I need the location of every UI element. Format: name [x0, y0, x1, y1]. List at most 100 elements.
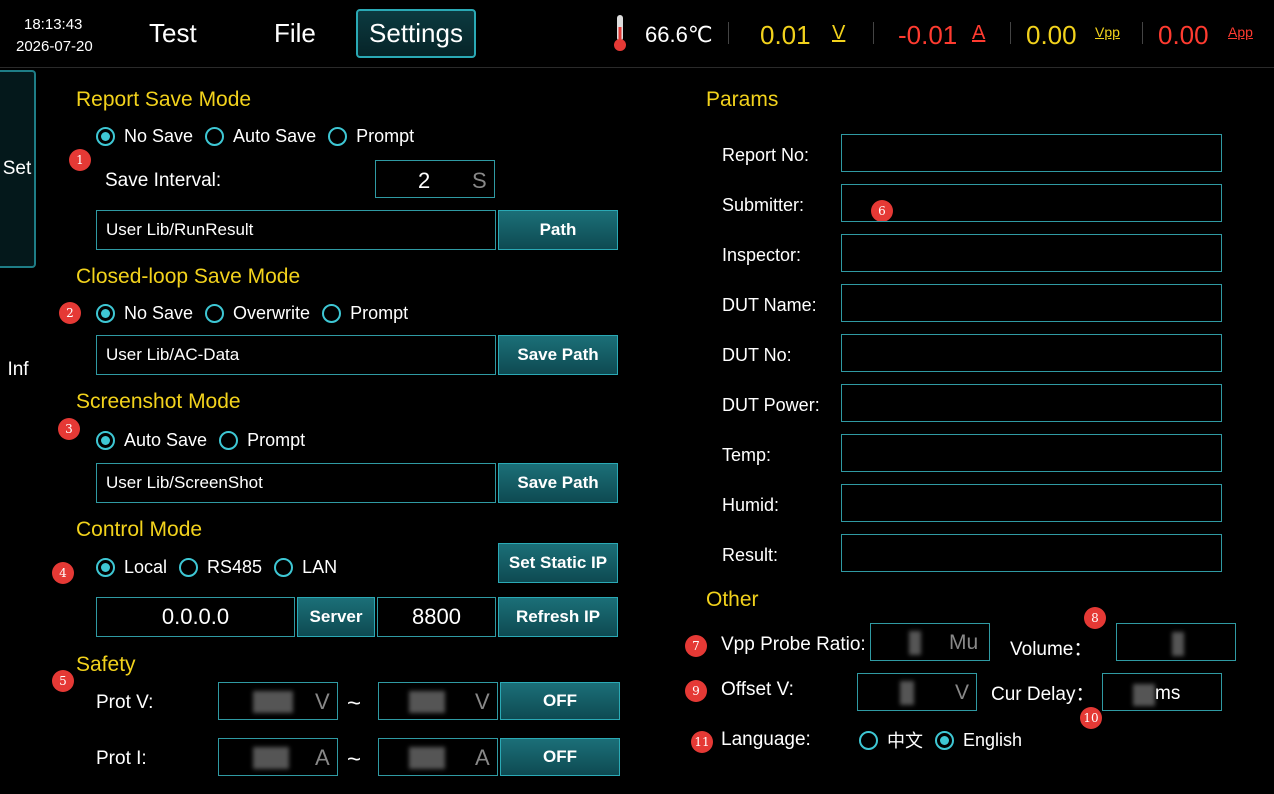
- range-separator: ~: [347, 690, 362, 717]
- clock-date: 2026-07-20: [16, 38, 93, 55]
- dut-power-field[interactable]: [841, 384, 1222, 422]
- control-mode-title: Control Mode: [76, 518, 203, 541]
- callout-badge-5: 5: [52, 670, 74, 692]
- cur-delay-field[interactable]: ms: [1102, 673, 1222, 711]
- submitter-field[interactable]: [841, 184, 1222, 222]
- param-label-dut-power: DUT Power:: [722, 395, 820, 415]
- callout-badge-2: 2: [59, 302, 81, 324]
- refresh-ip-button[interactable]: Refresh IP: [498, 597, 618, 637]
- save-interval-label: Save Interval:: [105, 170, 222, 191]
- language-chinese[interactable]: 中文: [859, 727, 923, 753]
- redacted-value: [900, 681, 914, 705]
- menu-test[interactable]: Test: [149, 18, 197, 49]
- menu-settings[interactable]: Settings: [356, 9, 476, 58]
- vpp-probe-ratio-field[interactable]: Mu: [870, 623, 990, 661]
- tab-set[interactable]: Set: [0, 70, 36, 268]
- closed-loop-no-save[interactable]: No Save: [96, 303, 193, 324]
- report-save-prompt[interactable]: Prompt: [328, 126, 414, 147]
- report-save-title: Report Save Mode: [76, 88, 252, 111]
- screenshot-path-field[interactable]: User Lib/ScreenShot: [96, 463, 496, 503]
- control-mode-rs485[interactable]: RS485: [179, 557, 262, 578]
- server-button[interactable]: Server: [297, 597, 375, 637]
- screenshot-auto-save[interactable]: Auto Save: [96, 430, 207, 451]
- radio-selected-icon: [96, 127, 115, 146]
- closed-loop-overwrite[interactable]: Overwrite: [205, 303, 310, 324]
- closed-loop-path-field[interactable]: User Lib/AC-Data: [96, 335, 496, 375]
- divider: [1010, 22, 1011, 44]
- report-path-button[interactable]: Path: [498, 210, 618, 250]
- param-label-temp: Temp:: [722, 445, 772, 465]
- voltage-readout: 0.01: [760, 20, 811, 50]
- volume-field[interactable]: [1116, 623, 1236, 661]
- callout-badge-1: 1: [69, 149, 91, 171]
- prot-v-max-field[interactable]: V: [378, 682, 498, 720]
- vpp-unit: Vpp: [1095, 24, 1120, 40]
- param-label-submitter: Submitter:: [722, 195, 805, 215]
- control-mode-lan[interactable]: LAN: [274, 557, 337, 578]
- report-save-auto-save[interactable]: Auto Save: [205, 126, 316, 147]
- closed-loop-save-path-button[interactable]: Save Path: [498, 335, 618, 375]
- screenshot-options: Auto Save Prompt: [96, 430, 317, 451]
- params-title: Params: [706, 88, 779, 111]
- callout-badge-9: 9: [685, 680, 707, 702]
- language-label: Language:: [721, 729, 811, 750]
- humid-field[interactable]: [841, 484, 1222, 522]
- report-path-field[interactable]: User Lib/RunResult: [96, 210, 496, 250]
- screenshot-save-path-button[interactable]: Save Path: [498, 463, 618, 503]
- control-mode-local[interactable]: Local: [96, 557, 167, 578]
- param-label-dut-name: DUT Name:: [722, 295, 817, 315]
- dut-no-field[interactable]: [841, 334, 1222, 372]
- temp-field[interactable]: [841, 434, 1222, 472]
- callout-badge-4: 4: [52, 562, 74, 584]
- vpp-readout: 0.00: [1026, 20, 1077, 50]
- vpp-probe-ratio-label: Vpp Probe Ratio:: [721, 634, 866, 655]
- set-static-ip-button[interactable]: Set Static IP: [498, 543, 618, 583]
- redacted-value: [1172, 632, 1184, 656]
- closed-loop-options: No Save Overwrite Prompt: [96, 303, 420, 324]
- radio-selected-icon: [96, 304, 115, 323]
- callout-badge-8: 8: [1084, 607, 1106, 629]
- language-english[interactable]: English: [935, 730, 1022, 751]
- divider: [873, 22, 874, 44]
- radio-selected-icon: [96, 558, 115, 577]
- redacted-value: [409, 691, 445, 713]
- report-save-no-save[interactable]: No Save: [96, 126, 193, 147]
- top-bar: 18:13:43 2026-07-20 Test File Settings 6…: [0, 0, 1274, 68]
- result-field[interactable]: [841, 534, 1222, 572]
- redacted-value: [1133, 684, 1155, 706]
- menu-file[interactable]: File: [274, 18, 316, 49]
- callout-badge-3: 3: [58, 418, 80, 440]
- prot-v-toggle-button[interactable]: OFF: [500, 682, 620, 720]
- inspector-field[interactable]: [841, 234, 1222, 272]
- port-field[interactable]: 8800: [377, 597, 496, 637]
- current-unit: A: [972, 22, 986, 44]
- report-save-options: No Save Auto Save Prompt: [96, 126, 426, 147]
- prot-i-toggle-button[interactable]: OFF: [500, 738, 620, 776]
- voltage-unit: V: [832, 22, 846, 44]
- param-label-report-no: Report No:: [722, 145, 810, 165]
- range-separator: ~: [347, 746, 362, 773]
- ip-address-field[interactable]: 0.0.0.0: [96, 597, 295, 637]
- report-no-field[interactable]: [841, 134, 1222, 172]
- volume-label: Volume：: [1010, 639, 1093, 660]
- prot-i-max-field[interactable]: A: [378, 738, 498, 776]
- prot-i-min-field[interactable]: A: [218, 738, 338, 776]
- redacted-value: [909, 631, 921, 655]
- app-unit: App: [1228, 24, 1253, 40]
- radio-icon: [328, 127, 348, 146]
- save-interval-field[interactable]: 2 S: [375, 160, 495, 198]
- prot-i-label: Prot I:: [96, 748, 147, 769]
- tab-inf[interactable]: Inf: [0, 350, 36, 390]
- closed-loop-prompt[interactable]: Prompt: [322, 303, 408, 324]
- offset-v-field[interactable]: V: [857, 673, 977, 711]
- clock-time: 18:13:43: [24, 16, 83, 33]
- divider: [1142, 22, 1143, 44]
- screenshot-prompt[interactable]: Prompt: [219, 430, 305, 451]
- param-label-dut-no: DUT No:: [722, 345, 792, 365]
- temperature-readout: 66.6℃: [645, 22, 713, 47]
- dut-name-field[interactable]: [841, 284, 1222, 322]
- thermometer-icon: [614, 15, 626, 51]
- prot-v-min-field[interactable]: V: [218, 682, 338, 720]
- radio-selected-icon: [96, 431, 115, 450]
- callout-badge-10: 10: [1080, 707, 1102, 729]
